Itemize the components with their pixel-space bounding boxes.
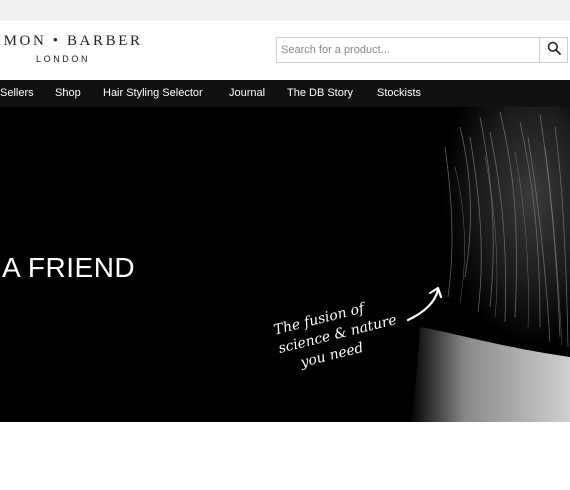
search-icon: [547, 41, 561, 60]
nav-item-hair-styling-selector[interactable]: Hair Styling Selector: [103, 80, 203, 107]
nav-item-stockists[interactable]: Stockists: [377, 80, 421, 107]
search-button[interactable]: [539, 38, 568, 62]
nav-item-sellers[interactable]: Sellers: [0, 80, 34, 107]
nav-item-db-story[interactable]: The DB Story: [287, 80, 353, 107]
hero-banner[interactable]: A FRIEND The fusion of science & nature …: [0, 107, 570, 422]
brand-name: IMON • BARBER: [0, 33, 143, 49]
nav-item-shop[interactable]: Shop: [55, 80, 81, 107]
main-nav: Sellers Shop Hair Styling Selector Journ…: [0, 80, 570, 107]
top-strip: [0, 0, 570, 21]
site-header: IMON • BARBER LONDON: [0, 21, 570, 80]
curved-arrow-icon: [406, 286, 443, 322]
search-bar: [276, 37, 568, 63]
nav-item-journal[interactable]: Journal: [229, 80, 265, 107]
brand-logo[interactable]: IMON • BARBER LONDON: [0, 33, 143, 64]
brand-location: LONDON: [36, 54, 91, 64]
search-input[interactable]: [277, 38, 543, 62]
